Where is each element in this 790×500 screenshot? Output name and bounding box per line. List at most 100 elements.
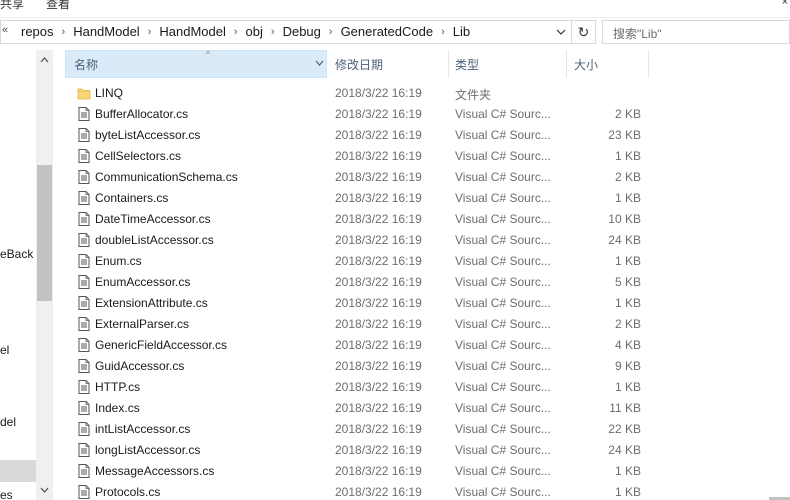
navigation-pane: eBack el del es: [0, 50, 36, 500]
table-row[interactable]: EnumAccessor.cs 2018/3/22 16:19 Visual C# …: [53, 272, 790, 293]
table-row[interactable]: MessageAccessors.cs 2018/3/22 16:19 Visual…: [53, 461, 790, 482]
ribbon-tab-share[interactable]: 共享: [0, 0, 24, 12]
file-name: Enum.cs: [95, 254, 142, 268]
cs-file-icon: [77, 463, 91, 479]
file-name: Index.cs: [95, 401, 140, 415]
nav-item[interactable]: es: [0, 488, 13, 500]
file-date: 2018/3/22 16:19: [335, 128, 422, 142]
file-size: 10 KB: [608, 212, 641, 226]
breadcrumb-chevron-icon[interactable]: ›: [435, 26, 451, 38]
refresh-icon: ↻: [577, 23, 590, 40]
table-row[interactable]: DateTimeAccessor.cs 2018/3/22 16:19 Visual…: [53, 209, 790, 230]
breadcrumb-item[interactable]: Lib: [451, 24, 472, 39]
cs-file-icon: [77, 190, 91, 206]
column-header-type[interactable]: 类型: [449, 50, 567, 78]
breadcrumb-item[interactable]: Debug: [281, 24, 323, 39]
file-size: 1 KB: [614, 191, 641, 205]
file-date: 2018/3/22 16:19: [335, 485, 422, 499]
address-bar[interactable]: « repos › HandModel › HandModel › obj › Debug › Ge…: [0, 20, 572, 44]
file-date: 2018/3/22 16:19: [335, 107, 422, 121]
breadcrumb-chevron-icon[interactable]: ›: [265, 26, 281, 38]
file-size: 11 KB: [609, 401, 641, 415]
file-size: 1 KB: [614, 149, 641, 163]
table-row[interactable]: HTTP.cs 2018/3/22 16:19 Visual C# Sourc...…: [53, 377, 790, 398]
table-row[interactable]: LINQ 2018/3/22 16:19 文件夹: [53, 83, 790, 104]
cs-file-icon: [77, 169, 91, 185]
table-row[interactable]: Enum.cs 2018/3/22 16:19 Visual C# Sourc...…: [53, 251, 790, 272]
breadcrumb-item[interactable]: repos: [19, 24, 56, 39]
file-name: intListAccessor.cs: [95, 422, 191, 436]
table-row[interactable]: BufferAllocator.cs 2018/3/22 16:19 Visual …: [53, 104, 790, 125]
column-header-date[interactable]: 修改日期: [327, 50, 449, 78]
table-row[interactable]: Protocols.cs 2018/3/22 16:19 Visual C# Sou…: [53, 482, 790, 500]
table-row[interactable]: byteListAccessor.cs 2018/3/22 16:19 Visual…: [53, 125, 790, 146]
file-date: 2018/3/22 16:19: [335, 380, 422, 394]
breadcrumb-chevron-icon[interactable]: ›: [142, 26, 158, 38]
table-row[interactable]: intListAccessor.cs 2018/3/22 16:19 Visual …: [53, 419, 790, 440]
table-row[interactable]: GuidAccessor.cs 2018/3/22 16:19 Visual C# …: [53, 356, 790, 377]
search-input[interactable]: 搜索"Lib": [602, 20, 790, 44]
breadcrumb-item[interactable]: obj: [244, 24, 265, 39]
ribbon-tab-view[interactable]: 查看: [46, 0, 70, 12]
file-size: 23 KB: [608, 128, 641, 142]
nav-item[interactable]: el: [0, 343, 9, 357]
column-header-row: ^ 名称 修改日期 类型 大小: [53, 49, 790, 78]
table-row[interactable]: CommunicationSchema.cs 2018/3/22 16:19 Vis…: [53, 167, 790, 188]
file-type: Visual C# Sourc...: [455, 296, 551, 310]
file-type: Visual C# Sourc...: [455, 338, 551, 352]
file-date: 2018/3/22 16:19: [335, 233, 422, 247]
column-header-name[interactable]: ^ 名称: [65, 49, 327, 78]
table-row[interactable]: CellSelectors.cs 2018/3/22 16:19 Visual C#…: [53, 146, 790, 167]
file-name: GuidAccessor.cs: [95, 359, 185, 373]
breadcrumb-item[interactable]: GeneratedCode: [339, 24, 436, 39]
table-row[interactable]: longListAccessor.cs 2018/3/22 16:19 Visual…: [53, 440, 790, 461]
refresh-button[interactable]: ↻: [572, 20, 596, 44]
scroll-up-icon[interactable]: [36, 52, 53, 68]
column-header-name-label: 名称: [74, 57, 99, 72]
file-name: MessageAccessors.cs: [95, 464, 215, 478]
file-rows: LINQ 2018/3/22 16:19 文件夹 BufferAllocator.cs…: [53, 83, 790, 500]
file-name: Protocols.cs: [95, 485, 161, 499]
cs-file-icon: [77, 295, 91, 311]
search-placeholder: 搜索"Lib": [613, 27, 662, 41]
file-type: Visual C# Sourc...: [455, 149, 551, 163]
scrollbar-thumb[interactable]: [37, 165, 52, 301]
file-type: Visual C# Sourc...: [455, 380, 551, 394]
breadcrumb: repos › HandModel › HandModel › obj › Debug › Gene…: [19, 24, 472, 39]
table-row[interactable]: Containers.cs 2018/3/22 16:19 Visual C# So…: [53, 188, 790, 209]
close-icon[interactable]: ×: [782, 0, 788, 8]
table-row[interactable]: GenericFieldAccessor.cs 2018/3/22 16:19 Vi…: [53, 335, 790, 356]
file-size: 1 KB: [614, 485, 641, 499]
breadcrumb-chevron-icon[interactable]: ›: [56, 26, 72, 38]
breadcrumb-item[interactable]: HandModel: [71, 24, 142, 39]
file-date: 2018/3/22 16:19: [335, 338, 422, 352]
file-size: 1 KB: [614, 296, 641, 310]
column-header-size[interactable]: 大小: [567, 50, 649, 78]
scroll-down-icon[interactable]: [36, 482, 53, 498]
file-date: 2018/3/22 16:19: [335, 275, 422, 289]
nav-item[interactable]: del: [0, 415, 16, 429]
table-row[interactable]: ExtensionAttribute.cs 2018/3/22 16:19 Visu…: [53, 293, 790, 314]
nav-scrollbar[interactable]: [36, 50, 53, 500]
table-row[interactable]: Index.cs 2018/3/22 16:19 Visual C# Sourc..…: [53, 398, 790, 419]
file-type: Visual C# Sourc...: [455, 170, 551, 184]
chevron-down-icon[interactable]: [551, 23, 571, 41]
table-row[interactable]: doubleListAccessor.cs 2018/3/22 16:19 Visu…: [53, 230, 790, 251]
breadcrumb-overflow-icon[interactable]: «: [2, 24, 8, 36]
breadcrumb-chevron-icon[interactable]: ›: [323, 26, 339, 38]
cs-file-icon: [77, 400, 91, 416]
file-name: DateTimeAccessor.cs: [95, 212, 211, 226]
breadcrumb-item[interactable]: HandModel: [157, 24, 228, 39]
nav-item-selected[interactable]: [0, 460, 36, 482]
file-name: ExtensionAttribute.cs: [95, 296, 208, 310]
column-filter-chevron-icon[interactable]: [315, 57, 324, 69]
cs-file-icon: [77, 316, 91, 332]
file-date: 2018/3/22 16:19: [335, 359, 422, 373]
file-size: 24 KB: [608, 233, 641, 247]
table-row[interactable]: ExternalParser.cs 2018/3/22 16:19 Visual C…: [53, 314, 790, 335]
breadcrumb-chevron-icon[interactable]: ›: [228, 26, 244, 38]
file-size: 5 KB: [614, 275, 641, 289]
file-size: 4 KB: [614, 338, 641, 352]
cs-file-icon: [77, 232, 91, 248]
nav-item[interactable]: eBack: [0, 247, 33, 261]
